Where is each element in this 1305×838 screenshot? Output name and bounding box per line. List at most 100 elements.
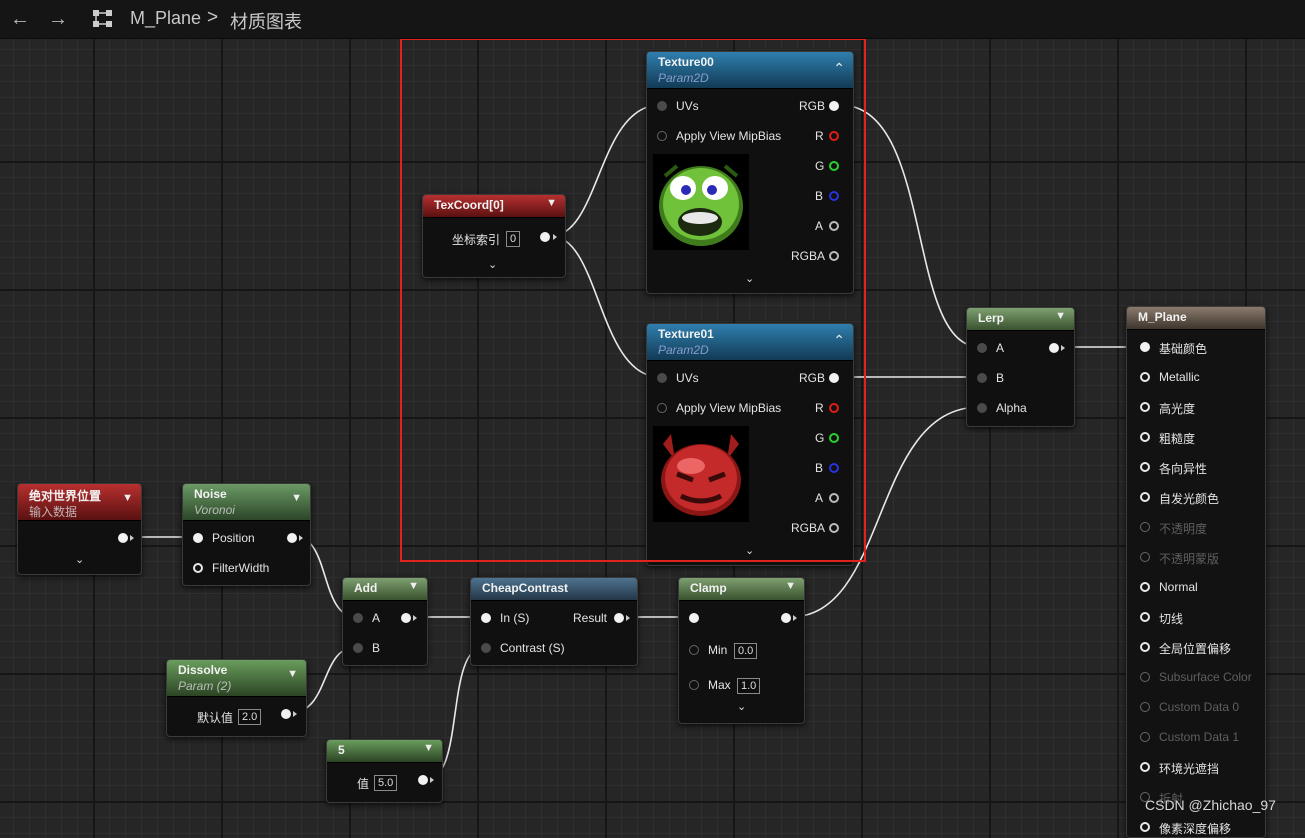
world-position-node[interactable]: 绝对世界位置 输入数据 ▼ ⌄ [17,483,142,575]
uvs-input-pin[interactable] [657,101,667,111]
rgb-output-pin[interactable] [829,101,839,111]
node-header[interactable]: Texture00 Param2D ⌃ [647,52,853,89]
chevron-down-icon[interactable]: ▼ [1055,310,1066,322]
chevron-down-icon[interactable]: ⌄ [488,258,497,271]
b-output-pin[interactable] [829,463,839,473]
node-header[interactable]: M_Plane [1127,307,1265,330]
dissolve-node[interactable]: Dissolve Param (2) ▼ 默认值 2.0 [166,659,307,737]
forward-arrow-icon[interactable]: → [48,6,68,32]
chevron-up-icon[interactable]: ⌃ [833,332,845,349]
chevron-down-icon[interactable]: ▼ [546,197,557,209]
chevron-down-icon[interactable]: ▼ [291,492,302,504]
add-node[interactable]: Add ▼ A B [342,577,428,666]
chevron-down-icon[interactable]: ⌄ [745,544,754,557]
chevron-down-icon[interactable]: ▼ [785,580,796,592]
texture00-node[interactable]: Texture00 Param2D ⌃ UVs Apply View MipBi… [646,51,854,294]
input-pin[interactable] [689,613,699,623]
chevron-down-icon[interactable]: ▼ [423,742,434,754]
position-input-pin[interactable] [193,533,203,543]
contrast-input-pin[interactable] [481,643,491,653]
material-input-pin[interactable] [1140,432,1150,442]
breadcrumb-graph[interactable]: 材质图表 [230,8,302,34]
material-input-pin[interactable] [1140,702,1150,712]
node-header[interactable]: Clamp ▼ [679,578,804,601]
b-input-pin[interactable] [977,373,987,383]
node-header[interactable]: 5 ▼ [327,740,442,763]
material-input-pin[interactable] [1140,762,1150,772]
chevron-down-icon[interactable]: ▼ [408,580,419,592]
material-input-pin[interactable] [1140,342,1150,352]
mipbias-input-pin[interactable] [657,403,667,413]
output-pin[interactable] [418,775,428,785]
value-input[interactable]: 5.0 [374,775,398,791]
node-header[interactable]: Add ▼ [343,578,427,601]
a-output-pin[interactable] [829,221,839,231]
default-value-input[interactable]: 2.0 [238,709,262,725]
texcoord-node[interactable]: TexCoord[0] ▼ 坐标索引 0 ⌄ [422,194,566,278]
node-header[interactable]: TexCoord[0] ▼ [423,195,565,218]
b-input-pin[interactable] [353,643,363,653]
constant-node[interactable]: 5 ▼ 值 5.0 [326,739,443,803]
node-header[interactable]: Dissolve Param (2) ▼ [167,660,306,697]
cheapcontrast-node[interactable]: CheapContrast In (S) Result Contrast (S) [470,577,638,666]
clamp-node[interactable]: Clamp ▼ Min 0.0 Max 1.0 ⌄ [678,577,805,724]
g-output-pin[interactable] [829,433,839,443]
node-header[interactable]: Noise Voronoi ▼ [183,484,310,521]
material-input-pin[interactable] [1140,522,1150,532]
chevron-up-icon[interactable]: ⌃ [833,60,845,77]
chevron-down-icon[interactable]: ⌄ [745,272,754,285]
a-input-pin[interactable] [353,613,363,623]
node-header[interactable]: 绝对世界位置 输入数据 ▼ [18,484,141,521]
material-input-pin[interactable] [1140,672,1150,682]
a-input-pin[interactable] [977,343,987,353]
material-input-pin[interactable] [1140,582,1150,592]
material-input-pin[interactable] [1140,372,1150,382]
uvs-input-pin[interactable] [657,373,667,383]
material-output-node[interactable]: M_Plane 基础颜色 Metallic 高光度 粗糙度 各向异性 自发光颜色 不透明度不… [1126,306,1266,838]
alpha-input-pin[interactable] [977,403,987,413]
rgba-output-pin[interactable] [829,251,839,261]
output-pin[interactable] [401,613,411,623]
node-header[interactable]: CheapContrast [471,578,637,601]
node-header[interactable]: Lerp ▼ [967,308,1074,331]
output-pin[interactable] [540,232,550,242]
noise-node[interactable]: Noise Voronoi ▼ Position FilterWidth [182,483,311,586]
r-output-pin[interactable] [829,131,839,141]
chevron-down-icon[interactable]: ⌄ [75,553,84,566]
result-output-pin[interactable] [614,613,624,623]
material-input-pin[interactable] [1140,642,1150,652]
material-input-pin[interactable] [1140,402,1150,412]
g-output-pin[interactable] [829,161,839,171]
output-pin[interactable] [281,709,291,719]
material-input-pin[interactable] [1140,612,1150,622]
in-s-input-pin[interactable] [481,613,491,623]
a-output-pin[interactable] [829,493,839,503]
chevron-down-icon[interactable]: ⌄ [737,700,746,713]
back-arrow-icon[interactable]: ← [10,6,30,32]
coord-index-input[interactable]: 0 [506,231,521,247]
min-value-input[interactable]: 0.0 [734,643,758,659]
texture01-node[interactable]: Texture01 Param2D ⌃ UVs Apply View MipBi… [646,323,854,566]
output-pin[interactable] [781,613,791,623]
chevron-down-icon[interactable]: ▼ [122,492,133,504]
lerp-node[interactable]: Lerp ▼ A B Alpha [966,307,1075,427]
material-input-pin[interactable] [1140,732,1150,742]
filterwidth-input-pin[interactable] [193,563,203,573]
material-input-pin[interactable] [1140,492,1150,502]
max-input-pin[interactable] [689,680,699,690]
mipbias-input-pin[interactable] [657,131,667,141]
material-input-pin[interactable] [1140,552,1150,562]
output-pin[interactable] [287,533,297,543]
output-pin[interactable] [118,533,128,543]
output-pin[interactable] [1049,343,1059,353]
chevron-down-icon[interactable]: ▼ [287,668,298,680]
node-header[interactable]: Texture01 Param2D ⌃ [647,324,853,361]
r-output-pin[interactable] [829,403,839,413]
rgba-output-pin[interactable] [829,523,839,533]
material-input-pin[interactable] [1140,462,1150,472]
max-value-input[interactable]: 1.0 [737,678,761,694]
breadcrumb-asset[interactable]: M_Plane [130,8,201,29]
b-output-pin[interactable] [829,191,839,201]
rgb-output-pin[interactable] [829,373,839,383]
min-input-pin[interactable] [689,645,699,655]
